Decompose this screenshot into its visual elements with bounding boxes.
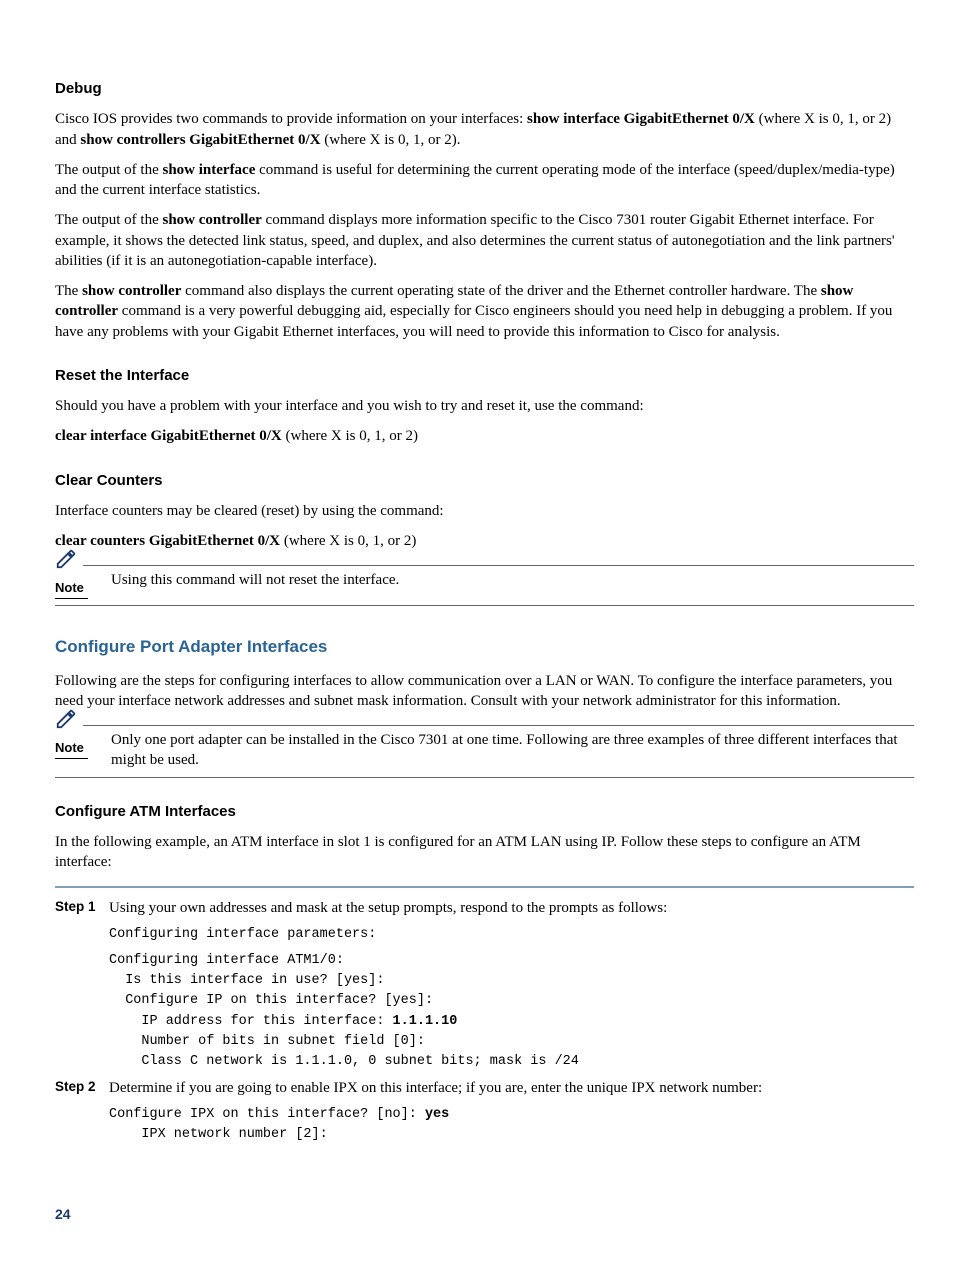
note-left: Note: [55, 730, 107, 759]
pencil-icon: [55, 548, 83, 578]
pencil-icon: [55, 708, 83, 738]
step-1-text: Using your own addresses and mask at the…: [109, 898, 914, 918]
step-2-text: Determine if you are going to enable IPX…: [109, 1078, 914, 1098]
cmd-clear-counters: clear counters GigabitEthernet 0/X: [55, 533, 280, 549]
note-block-1: Note Using this command will not reset t…: [55, 565, 914, 606]
para-debug-1: Cisco IOS provides two commands to provi…: [55, 109, 914, 150]
bold-ip: 1.1.1.10: [393, 1014, 458, 1029]
cmd-show-controllers: show controllers GigabitEthernet 0/X: [80, 132, 320, 148]
heading-reset: Reset the Interface: [55, 366, 914, 386]
console-step1-b: Configuring interface ATM1/0: Is this in…: [109, 951, 914, 1073]
para-portadapter-1: Following are the steps for configuring …: [55, 671, 914, 712]
text: Configuring interface ATM1/0: Is this in…: [109, 953, 433, 1029]
text: (where X is 0, 1, or 2): [280, 533, 416, 549]
cmd-line-reset: clear interface GigabitEthernet 0/X (whe…: [55, 426, 914, 446]
text: Configure IPX on this interface? [no]:: [109, 1107, 425, 1122]
heading-debug: Debug: [55, 79, 914, 99]
console-step1-a: Configuring interface parameters:: [109, 925, 914, 945]
heading-atm: Configure ATM Interfaces: [55, 802, 914, 822]
bold-yes: yes: [425, 1107, 449, 1122]
heading-port-adapter: Configure Port Adapter Interfaces: [55, 636, 914, 659]
console-step2: Configure IPX on this interface? [no]: y…: [109, 1105, 914, 1146]
text: Number of bits in subnet field [0]: Clas…: [109, 1034, 579, 1069]
note-body: Using this command will not reset the in…: [107, 570, 914, 590]
text: Cisco IOS provides two commands to provi…: [55, 111, 527, 127]
text: The output of the: [55, 162, 162, 178]
note-body: Only one port adapter can be installed i…: [107, 730, 914, 771]
step-2-row: Step 2 Determine if you are going to ena…: [55, 1078, 914, 1098]
text: command also displays the current operat…: [181, 283, 821, 299]
text: IPX network number [2]:: [109, 1127, 328, 1142]
text: The output of the: [55, 212, 162, 228]
note-left: Note: [55, 570, 107, 599]
cmd-show-interface-2: show interface: [162, 162, 255, 178]
para-debug-2: The output of the show interface command…: [55, 160, 914, 201]
para-debug-3: The output of the show controller comman…: [55, 210, 914, 271]
text: (where X is 0, 1, or 2).: [321, 132, 461, 148]
para-debug-4: The show controller command also display…: [55, 281, 914, 342]
step-1-row: Step 1 Using your own addresses and mask…: [55, 898, 914, 918]
para-atm-1: In the following example, an ATM interfa…: [55, 832, 914, 873]
text: The: [55, 283, 82, 299]
para-counters-1: Interface counters may be cleared (reset…: [55, 501, 914, 521]
para-reset-1: Should you have a problem with your inte…: [55, 396, 914, 416]
step-1-label: Step 1: [55, 898, 109, 918]
cmd-show-interface: show interface GigabitEthernet 0/X: [527, 111, 755, 127]
text: command is a very powerful debugging aid…: [55, 303, 892, 339]
page-number: 24: [55, 1205, 914, 1224]
cmd-show-controller-2: show controller: [82, 283, 181, 299]
heading-clear-counters: Clear Counters: [55, 471, 914, 491]
cmd-show-controller: show controller: [162, 212, 261, 228]
divider: [55, 886, 914, 888]
cmd-clear-interface: clear interface GigabitEthernet 0/X: [55, 428, 282, 444]
note-block-2: Note Only one port adapter can be instal…: [55, 725, 914, 778]
note-label: Note: [55, 739, 88, 759]
step-2-label: Step 2: [55, 1078, 109, 1098]
text: (where X is 0, 1, or 2): [282, 428, 418, 444]
cmd-line-counters: clear counters GigabitEthernet 0/X (wher…: [55, 531, 914, 551]
note-label: Note: [55, 579, 88, 599]
